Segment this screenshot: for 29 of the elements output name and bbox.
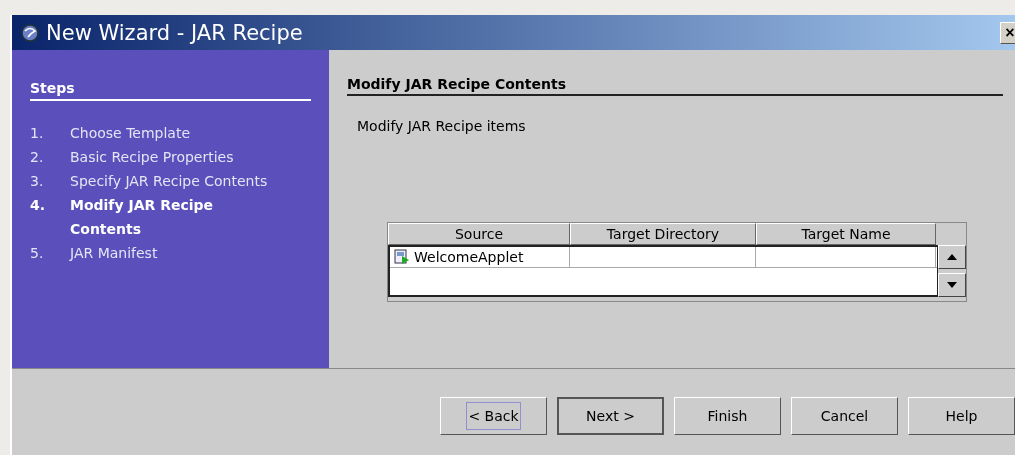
panel-description: Modify JAR Recipe items — [357, 118, 527, 134]
wizard-button[interactable]: Next > — [557, 397, 664, 435]
wizard-button[interactable]: < Back — [440, 397, 547, 435]
applet-icon — [394, 249, 410, 265]
column-header[interactable]: Target Name — [756, 223, 936, 245]
step-label: Basic Recipe Properties — [70, 148, 235, 167]
up-triangle-icon — [947, 254, 957, 260]
step-number: 4. — [30, 196, 47, 215]
step-label: Choose Template — [70, 124, 192, 143]
steps-title: Steps — [30, 80, 311, 101]
column-header[interactable]: Source — [388, 223, 570, 245]
step-number: 2. — [30, 148, 45, 167]
table-cell: WelcomeApplet — [414, 249, 524, 265]
wizard-button[interactable]: Finish — [674, 397, 781, 435]
step-number: 1. — [30, 124, 45, 143]
scroll-down-button[interactable] — [938, 273, 966, 297]
column-header[interactable]: Target Directory — [570, 223, 756, 245]
step-label: JAR Manifest — [70, 244, 159, 263]
scroll-up-button[interactable] — [938, 245, 966, 269]
down-triangle-icon — [947, 282, 957, 288]
close-button[interactable]: × — [1000, 21, 1015, 44]
wizard-button[interactable]: Help — [908, 397, 1015, 435]
wizard-button[interactable]: Cancel — [791, 397, 898, 435]
step-label: Modify JAR Recipe Contents — [70, 196, 215, 239]
step-label: Specify JAR Recipe Contents — [70, 172, 269, 191]
step-number: 3. — [30, 172, 45, 191]
panel-title: Modify JAR Recipe Contents — [347, 76, 1003, 96]
step-number: 5. — [30, 244, 45, 263]
window-title: New Wizard - JAR Recipe — [46, 20, 303, 45]
